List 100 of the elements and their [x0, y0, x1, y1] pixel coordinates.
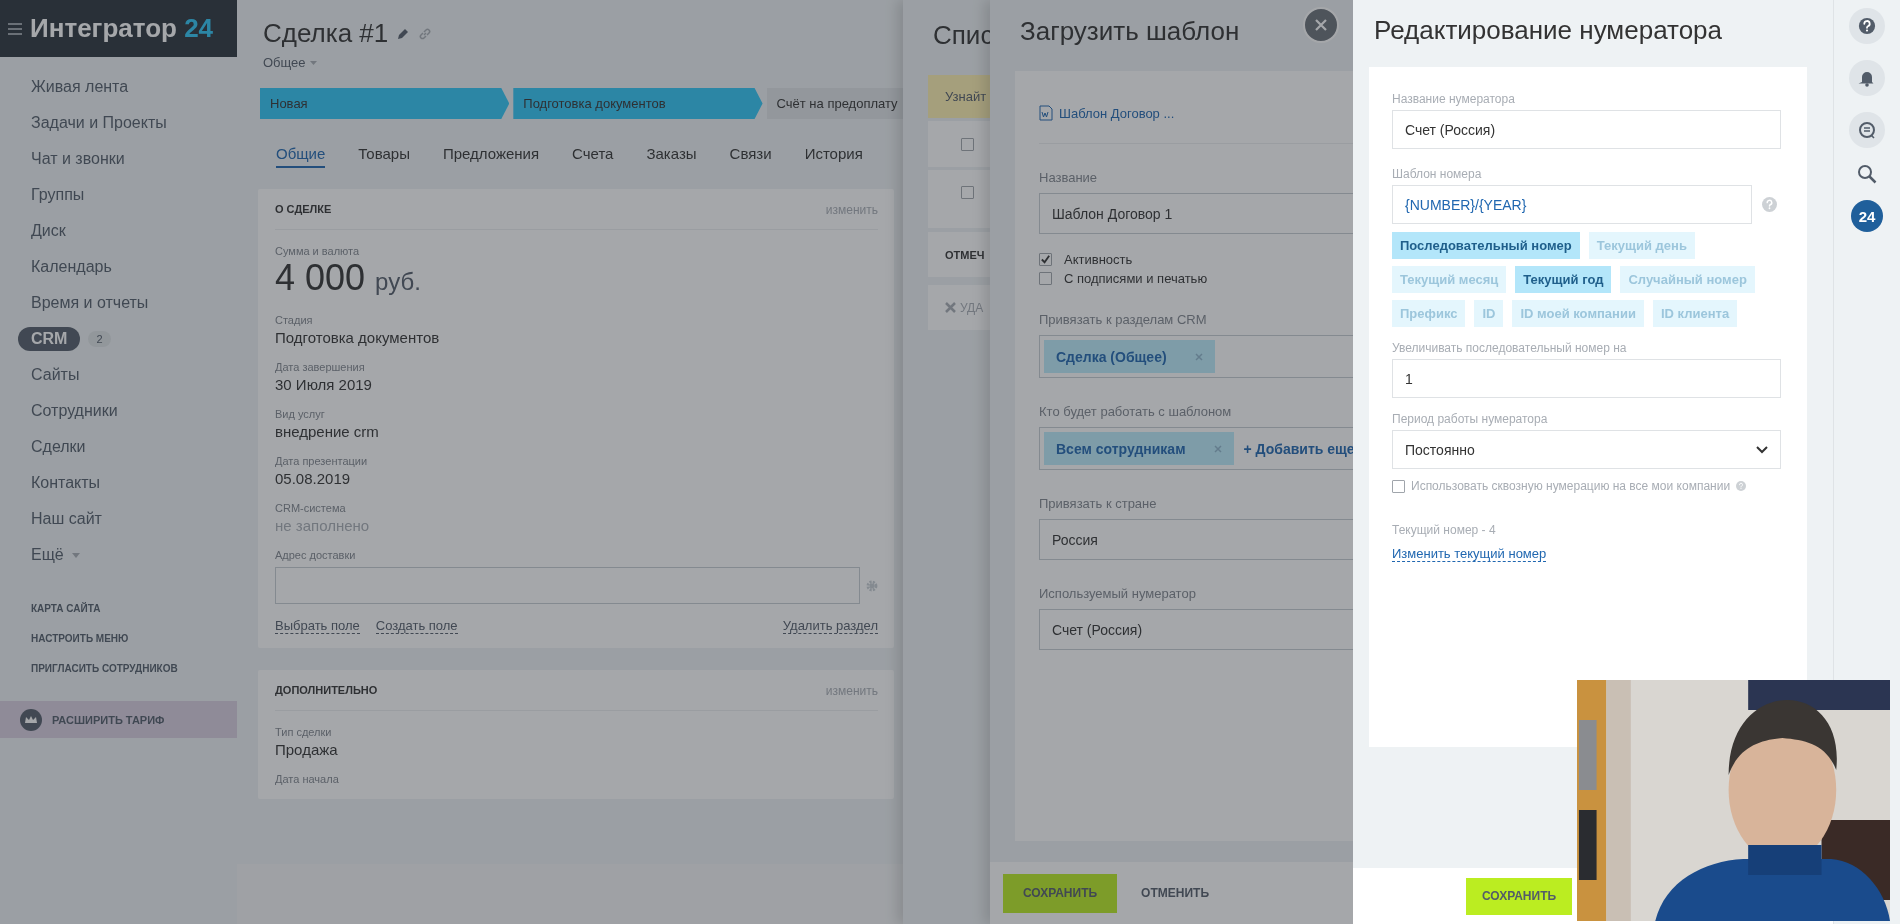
sidebar-item[interactable]: Сайты: [18, 357, 237, 393]
menu-icon[interactable]: [8, 22, 22, 35]
amount: 4 000: [275, 257, 366, 299]
sidebar-item[interactable]: Календарь: [18, 249, 237, 285]
checkbox[interactable]: [1039, 253, 1052, 266]
caret-icon[interactable]: [71, 552, 80, 558]
field-label: Шаблон номера: [1392, 167, 1483, 181]
field-value: внедрение crm: [275, 423, 380, 440]
section-title: О СДЕЛКЕ: [275, 203, 332, 217]
field-label: Название: [1039, 170, 1099, 185]
field-label: Вид услуг: [275, 408, 326, 420]
sidebar-item[interactable]: Контакты: [18, 465, 237, 501]
sidebar-item[interactable]: Время и отчеты: [18, 285, 237, 321]
sidebar-link[interactable]: ПРИГЛАСИТЬ СОТРУДНИКОВ: [31, 663, 237, 674]
panel-title: Редактирование нумератора: [1374, 15, 1724, 46]
tab[interactable]: Общие: [276, 145, 326, 168]
sidebar-item[interactable]: Ещё: [18, 537, 237, 573]
tab[interactable]: Связи: [729, 145, 772, 168]
sidebar-item[interactable]: Чат и звонки: [18, 141, 237, 177]
change-number-link[interactable]: Изменить текущий номер: [1392, 546, 1547, 562]
address-field[interactable]: [275, 567, 861, 604]
action-link[interactable]: Выбрать поле: [275, 618, 360, 634]
sidebar-item[interactable]: CRM 2: [18, 321, 237, 357]
deal-title: Сделка #1: [263, 18, 389, 49]
sidebar-item[interactable]: Наш сайт: [18, 501, 237, 537]
sidebar-link[interactable]: КАРТА САЙТА: [31, 603, 237, 614]
field-label: Кто будет работать с шаблоном: [1039, 404, 1233, 419]
stage-step[interactable]: Счёт на предоплату: [766, 88, 903, 119]
checkbox[interactable]: [961, 137, 974, 151]
tab[interactable]: Предложения: [442, 145, 540, 168]
current-number: Текущий номер - 4: [1392, 523, 1497, 537]
action-link[interactable]: Создать поле: [375, 618, 458, 634]
pencil-icon[interactable]: [396, 26, 411, 41]
placeholder-tag[interactable]: Текущий год: [1515, 266, 1612, 293]
count-badge: 2: [88, 331, 111, 347]
chevron-icon: [1756, 445, 1768, 454]
list-row[interactable]: [928, 121, 990, 167]
name-field[interactable]: Счет (Россия): [1392, 110, 1781, 149]
field-label: Привязать к разделам CRM: [1039, 312, 1208, 327]
stage-step[interactable]: Новая: [260, 88, 510, 119]
mark-bar[interactable]: ОТМЕЧ: [928, 232, 990, 277]
placeholder-tag[interactable]: Последовательный номер: [1392, 232, 1580, 259]
country-field[interactable]: Россия: [1039, 519, 1353, 560]
tab[interactable]: История: [804, 145, 863, 168]
bell-icon[interactable]: [1849, 60, 1885, 96]
chat-icon[interactable]: [1849, 112, 1885, 148]
tab[interactable]: Счета: [572, 145, 614, 168]
settings-icon[interactable]: [866, 579, 878, 592]
field-value: Продажа: [275, 741, 339, 758]
field-value: 05.08.2019: [275, 470, 352, 487]
checkbox[interactable]: [1039, 272, 1052, 285]
sidebar-item[interactable]: Живая лента: [18, 69, 237, 105]
field-label: CRM-система: [275, 502, 347, 514]
field-label: Адрес доставки: [275, 549, 357, 561]
cancel-button[interactable]: ОТМЕНИТЬ: [1135, 885, 1216, 901]
period-select[interactable]: Постоянно: [1392, 430, 1781, 469]
list-row[interactable]: [928, 170, 990, 228]
remove-icon[interactable]: [1213, 444, 1222, 453]
category-dropdown[interactable]: Общее: [263, 55, 317, 70]
step-field[interactable]: 1: [1392, 359, 1781, 398]
checkbox[interactable]: [1392, 479, 1405, 493]
section-title: ДОПОЛНИТЕЛЬНО: [275, 684, 378, 698]
upgrade-button[interactable]: РАСШИРИТЬ ТАРИФ: [0, 701, 237, 738]
search-icon[interactable]: [1857, 164, 1877, 184]
save-button[interactable]: СОХРАНИТЬ: [1003, 873, 1118, 913]
sidebar-item[interactable]: Диск: [18, 213, 237, 249]
field-label: Период работы нумератора: [1392, 412, 1549, 426]
numerator-field[interactable]: Счет (Россия): [1039, 609, 1353, 650]
checkbox[interactable]: [961, 186, 974, 199]
field-label: Дата начала: [275, 773, 340, 785]
field-label: Привязать к стране: [1039, 496, 1158, 511]
sidebar-item[interactable]: Группы: [18, 177, 237, 213]
help-icon[interactable]: [1849, 8, 1885, 44]
sidebar-item[interactable]: Сделки: [18, 429, 237, 465]
checkbox-label: Использовать сквозную нумерацию на все мои компании: [1411, 479, 1731, 493]
tag[interactable]: Всем сотрудникам: [1044, 432, 1234, 465]
tag[interactable]: Сделка (Общее): [1044, 340, 1215, 373]
file-link[interactable]: Шаблон Договор ...: [1059, 105, 1175, 121]
remove-section-link[interactable]: Удалить раздел: [782, 618, 878, 634]
checkbox-label: С подписями и печатью: [1064, 271, 1208, 286]
link-icon[interactable]: [418, 26, 433, 41]
tab[interactable]: Заказы: [646, 145, 697, 168]
field-label: Стадия: [275, 314, 314, 326]
save-button[interactable]: СОХРАНИТЬ: [1466, 877, 1573, 915]
remove-icon[interactable]: [1194, 352, 1203, 361]
tab[interactable]: Товары: [358, 145, 410, 168]
field-label: Используемый нумератор: [1039, 586, 1197, 601]
sidebar-item[interactable]: Задачи и Проекты: [18, 105, 237, 141]
crown-icon: [20, 708, 42, 731]
field-label: Дата завершения: [275, 361, 366, 373]
field-label: Сумма и валюта: [275, 245, 361, 257]
stage-step[interactable]: Подготовка документов: [513, 88, 763, 119]
document-icon: [1039, 105, 1053, 121]
template-field[interactable]: {NUMBER}/{YEAR}: [1392, 185, 1752, 224]
sidebar-link[interactable]: НАСТРОИТЬ МЕНЮ: [31, 633, 237, 644]
close-icon[interactable]: [1303, 7, 1339, 43]
counter-badge[interactable]: 24: [1851, 200, 1883, 232]
name-field[interactable]: Шаблон Договор 1: [1039, 193, 1353, 234]
sidebar-item[interactable]: Сотрудники: [18, 393, 237, 429]
checkbox-label: Активность: [1064, 252, 1133, 267]
